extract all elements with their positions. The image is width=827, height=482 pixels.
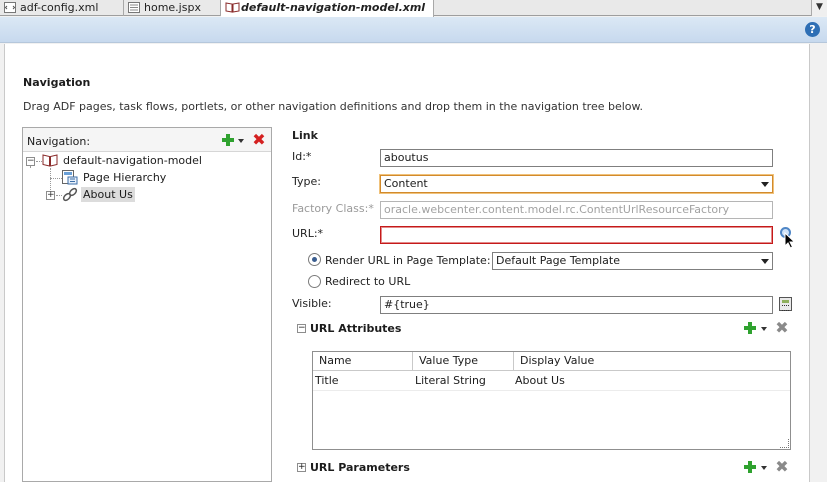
tab-home-jspx[interactable]: home.jspx (124, 0, 221, 16)
navigation-model-icon (42, 154, 58, 167)
collapse-icon[interactable]: − (26, 157, 35, 166)
tab-default-navigation-model[interactable]: default-navigation-model.xml (221, 0, 434, 17)
navigation-tree-title: Navigation: (27, 135, 91, 148)
table-row-divider (313, 390, 790, 391)
help-icon[interactable]: ? (805, 22, 820, 37)
editor-header-band: ? (0, 17, 827, 43)
table-cell-display-value[interactable]: About Us (513, 372, 789, 390)
tab-label: home.jspx (144, 1, 201, 14)
type-select-value: Content (384, 177, 428, 190)
tree-item-label: Page Hierarchy (83, 171, 167, 184)
url-label: URL:* (292, 227, 324, 240)
url-attributes-table: Name Value Type Display Value Title Lite… (312, 351, 791, 450)
type-select[interactable]: Content (380, 175, 773, 193)
page-hierarchy-icon (62, 170, 78, 185)
tree-item-about-us[interactable]: About Us (81, 187, 135, 202)
factory-class-field: oracle.webcenter.content.model.rc.Conten… (380, 201, 773, 219)
url-field[interactable] (380, 226, 773, 244)
url-parameters-title: URL Parameters (310, 461, 410, 474)
column-header-value-type[interactable]: Value Type (413, 352, 514, 371)
column-header-display-value[interactable]: Display Value (514, 352, 790, 371)
table-cell-name[interactable]: Title (313, 372, 413, 390)
page-title: Navigation (23, 76, 91, 89)
delete-icon[interactable]: ✖ (251, 132, 267, 148)
type-label: Type: (292, 175, 321, 188)
page-template-value: Default Page Template (496, 254, 621, 267)
delete-parameter-icon[interactable]: ✖ (774, 459, 790, 475)
visible-field[interactable]: #{true} (380, 296, 773, 314)
tree-item-page-hierarchy[interactable]: Page Hierarchy (83, 171, 166, 184)
tab-adf-config[interactable]: adf-config.xml (0, 0, 124, 16)
render-url-radio[interactable] (308, 253, 321, 266)
url-parameters-expand-icon[interactable]: + (297, 463, 306, 472)
jspx-file-icon (128, 2, 140, 13)
tree-item-label: default-navigation-model (63, 154, 202, 167)
id-field[interactable]: aboutus (380, 149, 773, 167)
add-parameter-icon[interactable] (743, 460, 757, 474)
chevron-down-icon (761, 259, 769, 264)
redirect-url-radio[interactable] (308, 275, 321, 288)
add-icon[interactable] (221, 133, 235, 147)
redirect-url-label: Redirect to URL (325, 275, 411, 288)
add-attribute-chevron-down-icon[interactable] (761, 327, 767, 331)
tab-label: adf-config.xml (20, 1, 99, 14)
table-cell-value-type[interactable]: Literal String (413, 372, 514, 390)
expression-builder-icon[interactable] (779, 297, 792, 311)
tree-root-default-navigation-model[interactable]: default-navigation-model (63, 154, 202, 167)
url-attributes-title: URL Attributes (310, 322, 402, 335)
link-icon (62, 187, 78, 202)
navigation-tree-header: Navigation: ✖ (23, 128, 271, 152)
add-menu-chevron-down-icon[interactable] (238, 139, 244, 143)
factory-class-label: Factory Class:* (292, 202, 374, 215)
resize-grip-icon[interactable] (780, 439, 789, 448)
add-attribute-icon[interactable] (743, 321, 757, 335)
xml-file-icon (4, 2, 16, 13)
link-section-title: Link (292, 129, 318, 142)
render-url-label: Render URL in Page Template: (325, 254, 491, 267)
delete-attribute-icon[interactable]: ✖ (774, 320, 790, 336)
column-header-name[interactable]: Name (313, 352, 413, 371)
mouse-cursor-icon (784, 232, 796, 249)
editor-tab-bar: adf-config.xml home.jspx default-navigat… (0, 0, 827, 17)
page-template-select[interactable]: Default Page Template (492, 252, 773, 270)
id-label: Id:* (292, 150, 312, 163)
expand-icon[interactable]: + (46, 191, 55, 200)
page-description: Drag ADF pages, task flows, portlets, or… (23, 100, 644, 113)
visible-label: Visible: (292, 297, 332, 310)
tab-label: default-navigation-model.xml (241, 1, 426, 14)
tab-overflow-chevron-down-icon[interactable]: ▼ (811, 0, 827, 16)
tree-item-label: About Us (83, 188, 133, 201)
url-attributes-collapse-icon[interactable]: − (297, 324, 306, 333)
chevron-down-icon (761, 182, 769, 187)
add-parameter-chevron-down-icon[interactable] (761, 466, 767, 470)
navigation-model-icon (225, 2, 240, 13)
